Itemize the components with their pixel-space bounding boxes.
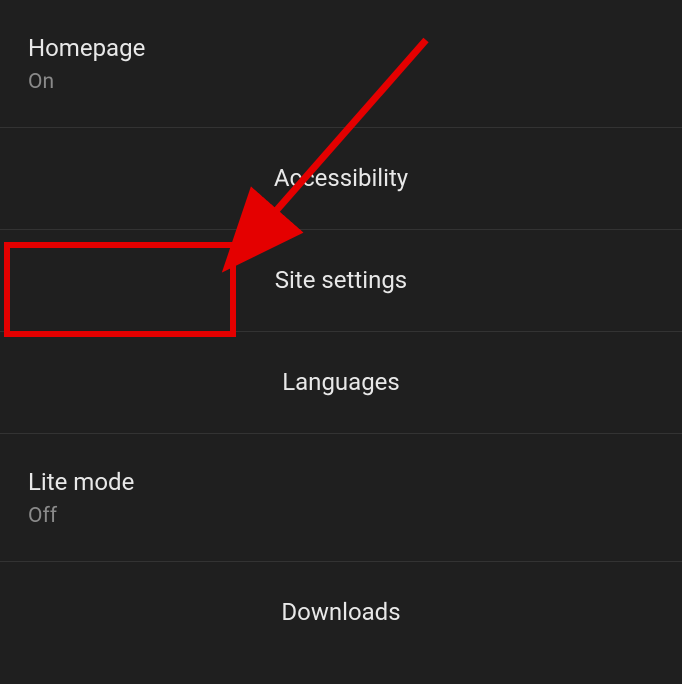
homepage-label: Homepage (28, 33, 654, 64)
settings-list: Homepage On Accessibility Site settings … (0, 0, 682, 664)
accessibility-label: Accessibility (274, 163, 408, 194)
lite-mode-label: Lite mode (28, 467, 654, 498)
settings-item-accessibility[interactable]: Accessibility (0, 128, 682, 230)
homepage-value: On (28, 70, 654, 94)
settings-item-downloads[interactable]: Downloads (0, 562, 682, 664)
downloads-label: Downloads (281, 597, 400, 628)
settings-item-lite-mode[interactable]: Lite mode Off (0, 434, 682, 562)
settings-item-site-settings[interactable]: Site settings (0, 230, 682, 332)
site-settings-label: Site settings (275, 265, 407, 296)
settings-item-languages[interactable]: Languages (0, 332, 682, 434)
languages-label: Languages (282, 367, 400, 398)
settings-item-homepage[interactable]: Homepage On (0, 0, 682, 128)
lite-mode-value: Off (28, 504, 654, 528)
